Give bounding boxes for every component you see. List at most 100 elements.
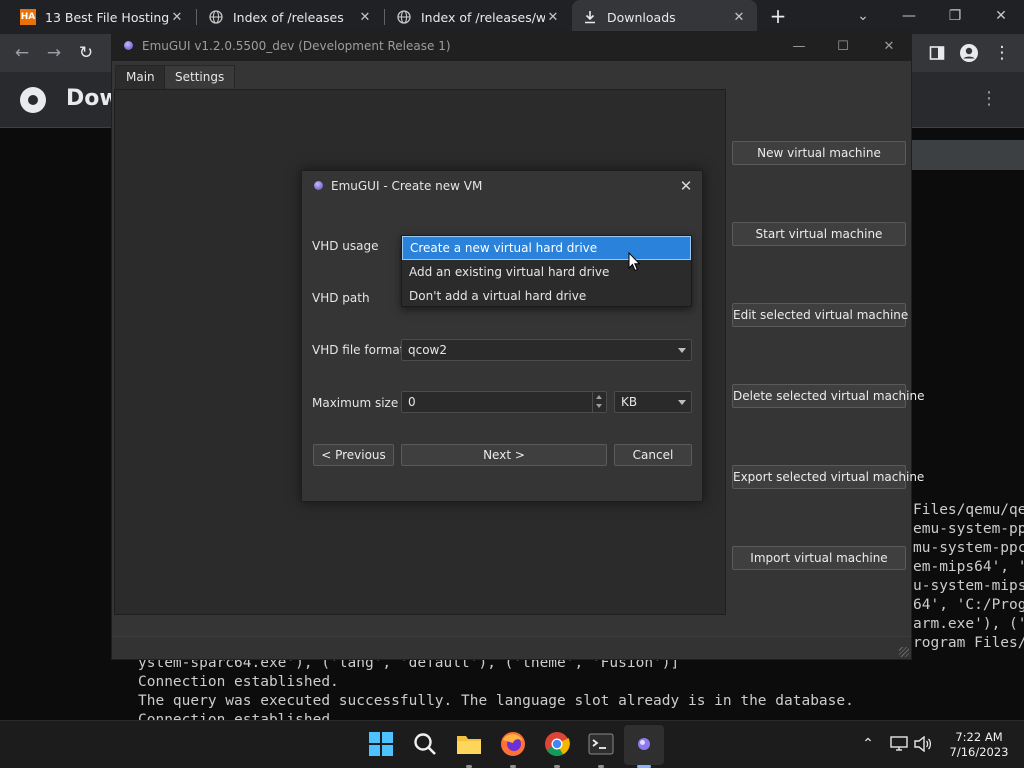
emugui-titlebar: EmuGUI v1.2.0.5500_dev (Development Rele… [112, 32, 911, 61]
chevron-down-icon [678, 400, 686, 405]
clock-time: 7:22 AM [955, 730, 1003, 744]
console-line: rogram Files/ [913, 635, 1024, 651]
tab-close-icon[interactable]: ✕ [169, 10, 185, 25]
dialog-title: EmuGUI - Create new VM [331, 179, 483, 193]
tab-settings[interactable]: Settings [164, 65, 236, 88]
tab-label: Downloads [607, 9, 676, 25]
tab-close-icon[interactable]: ✕ [357, 10, 373, 25]
tab-separator [384, 9, 385, 25]
tab-search-icon[interactable]: ⌄ [851, 4, 875, 28]
start-vm-button[interactable]: Start virtual machine [732, 222, 906, 246]
globe-icon [396, 9, 412, 25]
firefox-icon[interactable] [500, 731, 526, 757]
windows-start-icon[interactable] [368, 731, 394, 757]
tab-close-icon[interactable]: ✕ [545, 10, 561, 25]
emugui-app-icon [124, 41, 133, 50]
mouse-cursor-icon [628, 252, 641, 272]
emugui-app-icon [638, 738, 650, 750]
cancel-button[interactable]: Cancel [614, 444, 692, 466]
vhd-format-label: VHD file format [312, 343, 405, 357]
minimize-icon[interactable]: — [789, 37, 809, 57]
console-line: The query was executed successfully. The… [138, 693, 854, 709]
close-icon[interactable]: ✕ [879, 37, 899, 57]
dropdown-option-none[interactable]: Don't add a virtual hard drive [402, 284, 691, 308]
dropdown-option-existing[interactable]: Add an existing virtual hard drive [402, 260, 691, 284]
terminal-icon[interactable] [588, 731, 614, 757]
spin-up-icon[interactable] [596, 395, 602, 399]
downloads-search-bar[interactable] [905, 140, 1024, 170]
vhd-format-select[interactable]: qcow2 [401, 339, 692, 361]
console-line: Connection established. [138, 674, 339, 690]
vhd-path-label: VHD path [312, 291, 370, 305]
clock-date: 7/16/2023 [949, 745, 1009, 759]
console-line: 64', 'C:/Prog [913, 597, 1024, 613]
emugui-app-icon [314, 181, 323, 190]
browser-tab-downloads[interactable]: Downloads ✕ [572, 0, 757, 34]
back-icon[interactable]: ← [10, 41, 34, 65]
size-unit-value: KB [621, 395, 638, 409]
system-clock[interactable]: 7:22 AM 7/16/2023 [945, 730, 1013, 760]
dropdown-option-create[interactable]: Create a new virtual hard drive [402, 236, 691, 260]
status-bar [112, 636, 911, 659]
page-menu-icon[interactable]: ⋮ [980, 88, 998, 109]
vhd-format-value: qcow2 [408, 343, 448, 357]
chevron-down-icon [678, 348, 686, 353]
browser-tab-releases-war[interactable]: Index of /releases/war ✕ [386, 0, 571, 34]
edit-vm-button[interactable]: Edit selected virtual machine [732, 303, 908, 327]
vhd-usage-label: VHD usage [312, 239, 379, 253]
console-line: Connection established. [138, 712, 339, 720]
next-button[interactable]: Next > [401, 444, 607, 466]
tab-label: Index of /releases [233, 9, 344, 25]
forward-icon[interactable]: → [42, 41, 66, 65]
file-explorer-icon[interactable] [456, 731, 482, 757]
new-vm-button[interactable]: New virtual machine [732, 141, 906, 165]
minimize-icon[interactable]: — [897, 4, 921, 28]
export-vm-button[interactable]: Export selected virtual machine [732, 465, 924, 489]
site-favicon-icon: HA [20, 9, 36, 25]
tab-separator [196, 9, 197, 25]
previous-button[interactable]: < Previous [313, 444, 394, 466]
browser-tab-file-hosting[interactable]: HA 13 Best File Hosting Se ✕ [10, 0, 195, 34]
chevron-up-icon[interactable]: ⌃ [858, 736, 878, 752]
delete-vm-button[interactable]: Delete selected virtual machine [732, 384, 924, 408]
console-line: emu-system-pp [913, 521, 1024, 537]
max-size-spinbox[interactable]: 0 [401, 391, 607, 413]
emugui-taskbar-button[interactable] [624, 725, 664, 765]
reload-icon[interactable]: ↻ [74, 41, 98, 65]
search-icon[interactable] [412, 731, 438, 757]
side-panel-icon[interactable] [925, 41, 949, 65]
console-line: mu-system-ppc [913, 540, 1024, 556]
import-vm-button[interactable]: Import virtual machine [732, 546, 906, 570]
console-line: Files/qemu/qe [913, 502, 1024, 518]
close-icon[interactable]: ✕ [989, 4, 1013, 28]
create-vm-dialog: EmuGUI - Create new VM ✕ VHD usage VHD p… [301, 170, 703, 502]
browser-menu-icon[interactable]: ⋮ [990, 41, 1014, 65]
tab-main[interactable]: Main [115, 65, 166, 89]
network-icon[interactable] [890, 736, 908, 752]
console-line: arm.exe'), (' [913, 616, 1024, 632]
max-size-label: Maximum size [312, 396, 399, 410]
browser-tab-releases[interactable]: Index of /releases ✕ [198, 0, 383, 34]
browser-tabstrip: HA 13 Best File Hosting Se ✕ Index of /r… [0, 0, 1024, 34]
restore-icon[interactable]: ❐ [943, 4, 967, 28]
size-unit-select[interactable]: KB [614, 391, 692, 413]
spin-buttons[interactable] [592, 392, 606, 412]
new-tab-button[interactable]: + [766, 4, 790, 28]
chrome-icon[interactable] [544, 731, 570, 757]
max-size-value: 0 [408, 395, 416, 409]
vhd-usage-dropdown[interactable]: Create a new virtual hard drive Add an e… [401, 235, 692, 307]
dialog-close-icon[interactable]: ✕ [676, 176, 696, 196]
tab-label: Index of /releases/war [421, 9, 545, 25]
windows-taskbar: ⌃ 7:22 AM 7/16/2023 [0, 720, 1024, 768]
resize-grip-icon[interactable] [899, 647, 909, 657]
download-icon [582, 9, 598, 25]
console-line: u-system-mips [913, 578, 1024, 594]
tab-label: 13 Best File Hosting Se [45, 9, 169, 25]
console-line: em-mips64', ' [913, 559, 1024, 575]
volume-icon[interactable] [914, 736, 932, 752]
tab-close-icon[interactable]: ✕ [731, 10, 747, 25]
maximize-icon[interactable]: ☐ [833, 37, 853, 57]
window-title: EmuGUI v1.2.0.5500_dev (Development Rele… [142, 39, 451, 53]
spin-down-icon[interactable] [596, 404, 602, 408]
profile-avatar-icon[interactable] [957, 41, 981, 65]
